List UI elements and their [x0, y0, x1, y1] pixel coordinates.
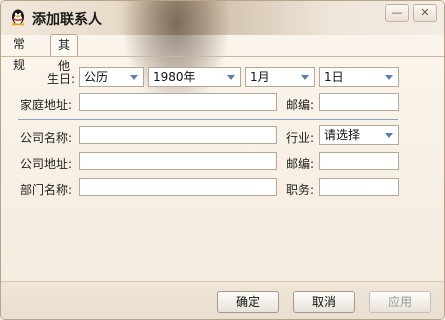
month-select[interactable]: 1月 — [245, 67, 315, 87]
day-value: 1日 — [324, 70, 344, 84]
home-address-label: 家庭地址: — [20, 98, 73, 112]
company-address-input[interactable] — [79, 152, 277, 170]
position-label: 职务: — [286, 183, 315, 197]
cancel-button[interactable]: 取消 — [293, 291, 355, 313]
position-input[interactable] — [319, 178, 399, 196]
month-value: 1月 — [250, 70, 270, 84]
chevron-down-icon — [385, 133, 393, 138]
ok-button[interactable]: 确定 — [217, 291, 279, 313]
home-zip-label: 邮编: — [286, 98, 315, 112]
industry-select[interactable]: 请选择 — [319, 125, 399, 145]
window-title: 添加联系人 — [32, 12, 102, 28]
home-zip-input[interactable] — [319, 93, 399, 111]
year-value: 1980年 — [153, 70, 196, 84]
chevron-down-icon — [130, 75, 138, 80]
industry-label: 行业: — [286, 131, 315, 145]
industry-value: 请选择 — [324, 128, 361, 142]
company-zip-label: 邮编: — [286, 157, 315, 171]
year-select[interactable]: 1980年 — [148, 67, 241, 87]
minimize-button[interactable]: — — [385, 4, 409, 22]
company-zip-input[interactable] — [319, 152, 399, 170]
close-button[interactable]: ✕ — [413, 4, 437, 22]
department-input[interactable] — [79, 178, 277, 196]
tab-general[interactable]: 常规 — [6, 34, 32, 72]
department-label: 部门名称: — [20, 183, 73, 197]
chevron-down-icon — [385, 75, 393, 80]
section-divider — [18, 119, 398, 120]
birthday-label: 生日: — [47, 72, 76, 86]
company-name-input[interactable] — [79, 126, 277, 144]
calendar-type-value: 公历 — [84, 70, 109, 84]
calendar-type-select[interactable]: 公历 — [79, 67, 144, 87]
qq-penguin-icon — [12, 9, 24, 26]
chevron-down-icon — [301, 75, 309, 80]
company-name-label: 公司名称: — [20, 131, 73, 145]
dialog-window: 添加联系人 — ✕ 常规 其他 生日: 公历 1980年 1月 1日 家庭地址:… — [0, 0, 445, 320]
day-select[interactable]: 1日 — [319, 67, 399, 87]
chevron-down-icon — [227, 75, 235, 80]
tab-underline — [1, 56, 444, 57]
apply-button[interactable]: 应用 — [369, 291, 431, 313]
home-address-input[interactable] — [79, 93, 277, 111]
tab-other[interactable]: 其他 — [50, 34, 79, 73]
company-address-label: 公司地址: — [20, 157, 73, 171]
